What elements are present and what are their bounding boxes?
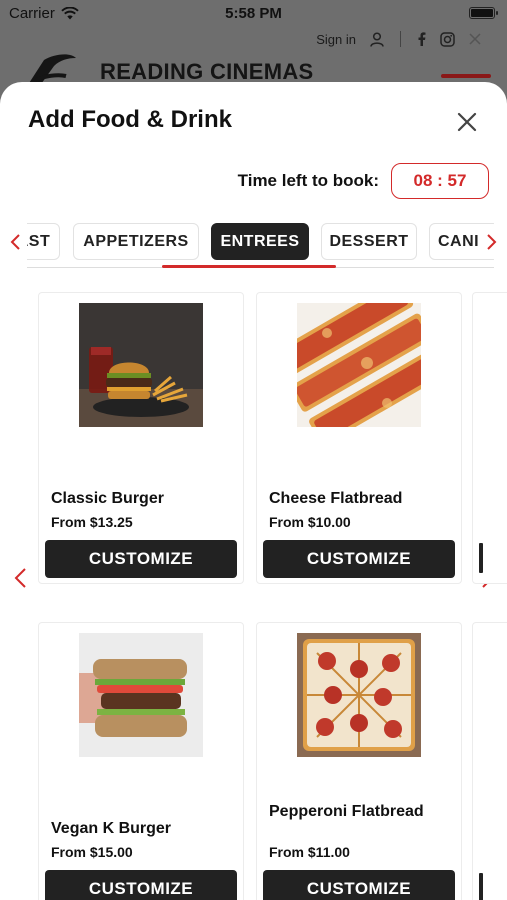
product-name: Vegan K Burger bbox=[51, 820, 172, 837]
facebook-icon bbox=[418, 32, 426, 46]
tab-breakfast[interactable]: AST bbox=[27, 223, 60, 260]
x-social-icon bbox=[469, 33, 481, 45]
signin-link: Sign in bbox=[316, 31, 356, 47]
tabs-track: AST APPETIZERS ENTREES DESSERT CANI bbox=[27, 223, 494, 263]
product-grid: Classic Burger From $13.25 CUSTOMIZE Che… bbox=[38, 292, 507, 900]
chevron-right-icon[interactable] bbox=[481, 232, 501, 252]
instagram-icon bbox=[440, 31, 455, 47]
product-price: From $13.25 bbox=[51, 514, 133, 530]
product-image bbox=[79, 303, 203, 427]
flatbread-photo-icon bbox=[297, 303, 421, 427]
product-card[interactable]: Vegan K Burger From $15.00 CUSTOMIZE bbox=[38, 622, 244, 900]
battery-icon bbox=[469, 7, 498, 19]
timer-label: Time left to book: bbox=[237, 171, 379, 190]
product-card[interactable]: Cheese Flatbread From $10.00 CUSTOMIZE bbox=[256, 292, 462, 584]
close-icon[interactable] bbox=[455, 110, 479, 134]
category-tabs: AST APPETIZERS ENTREES DESSERT CANI bbox=[0, 223, 507, 271]
product-price: From $11.00 bbox=[269, 844, 350, 860]
product-name: Cheese Flatbread bbox=[269, 490, 403, 507]
chevron-left-icon[interactable] bbox=[6, 232, 26, 252]
tab-entrees[interactable]: ENTREES bbox=[211, 223, 309, 260]
status-bar: Carrier 5:58 PM bbox=[0, 0, 507, 28]
product-image bbox=[297, 303, 421, 427]
active-tab-indicator bbox=[162, 265, 336, 268]
site-header-background: Sign in READING CINEMAS bbox=[0, 28, 507, 94]
product-card-peek[interactable] bbox=[472, 292, 507, 584]
product-card[interactable]: Classic Burger From $13.25 CUSTOMIZE bbox=[38, 292, 244, 584]
product-image bbox=[297, 633, 421, 757]
tab-appetizers[interactable]: APPETIZERS bbox=[73, 223, 199, 260]
sheet-title: Add Food & Drink bbox=[28, 106, 232, 133]
product-image bbox=[79, 633, 203, 757]
chevron-left-icon[interactable] bbox=[11, 566, 31, 590]
food-drink-sheet: Add Food & Drink Time left to book: 08 :… bbox=[0, 82, 507, 900]
status-time: 5:58 PM bbox=[225, 5, 282, 22]
product-card-peek[interactable] bbox=[472, 622, 507, 900]
button-edge bbox=[479, 873, 483, 900]
customize-button[interactable]: CUSTOMIZE bbox=[45, 540, 237, 578]
product-price: From $10.00 bbox=[269, 514, 351, 530]
divider bbox=[400, 31, 401, 47]
user-icon bbox=[370, 31, 384, 47]
timer-value: 08 : 57 bbox=[391, 163, 489, 199]
product-card[interactable]: Pepperoni Flatbread From $11.00 CUSTOMIZ… bbox=[256, 622, 462, 900]
pepperoni-flatbread-photo-icon bbox=[297, 633, 421, 757]
customize-button[interactable]: CUSTOMIZE bbox=[263, 870, 455, 900]
tab-dessert[interactable]: DESSERT bbox=[321, 223, 417, 260]
customize-button[interactable]: CUSTOMIZE bbox=[45, 870, 237, 900]
burger-photo-icon bbox=[79, 303, 203, 427]
customize-button[interactable]: CUSTOMIZE bbox=[263, 540, 455, 578]
button-edge bbox=[479, 543, 483, 573]
header-toplinks: Sign in bbox=[316, 31, 481, 47]
header-accent-bar bbox=[441, 74, 491, 78]
product-price: From $15.00 bbox=[51, 844, 133, 860]
product-name: Pepperoni Flatbread bbox=[269, 803, 424, 820]
product-name: Classic Burger bbox=[51, 490, 164, 507]
booking-timer: Time left to book: 08 : 57 bbox=[238, 163, 489, 199]
vegan-burger-photo-icon bbox=[79, 633, 203, 757]
